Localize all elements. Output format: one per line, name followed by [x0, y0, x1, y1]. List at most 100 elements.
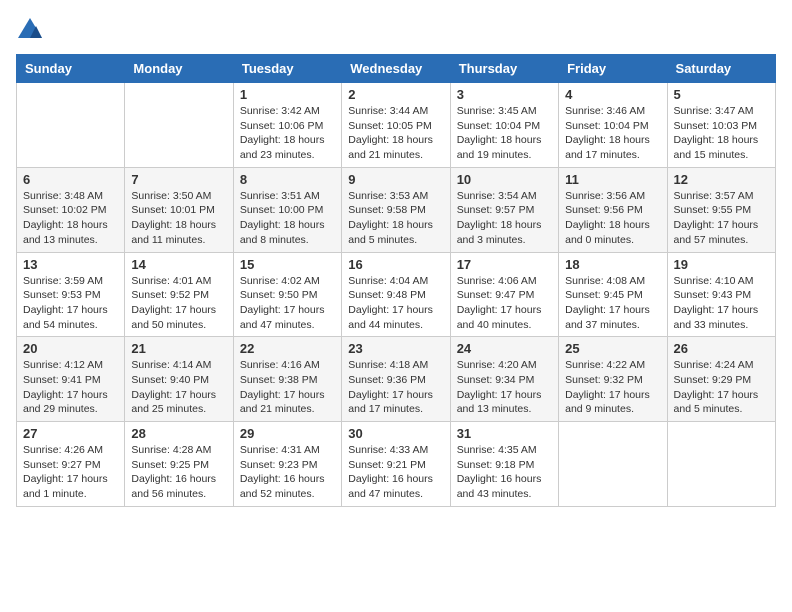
calendar-cell: 19 Sunrise: 4:10 AM Sunset: 9:43 PM Dayli… — [667, 252, 775, 337]
calendar-cell — [17, 83, 125, 168]
day-number: 22 — [240, 341, 335, 356]
day-number: 23 — [348, 341, 443, 356]
calendar-cell: 14 Sunrise: 4:01 AM Sunset: 9:52 PM Dayli… — [125, 252, 233, 337]
calendar-cell: 2 Sunrise: 3:44 AM Sunset: 10:05 PM Dayli… — [342, 83, 450, 168]
day-number: 16 — [348, 257, 443, 272]
weekday-header-wednesday: Wednesday — [342, 55, 450, 83]
day-info: Sunrise: 4:33 AM Sunset: 9:21 PM Dayligh… — [348, 443, 443, 502]
day-number: 18 — [565, 257, 660, 272]
day-number: 5 — [674, 87, 769, 102]
day-info: Sunrise: 4:22 AM Sunset: 9:32 PM Dayligh… — [565, 358, 660, 417]
calendar-cell: 31Sunrise: 4:35 AM Sunset: 9:18 PM Dayli… — [450, 422, 558, 507]
day-info: Sunrise: 3:59 AM Sunset: 9:53 PM Dayligh… — [23, 274, 118, 333]
day-number: 29 — [240, 426, 335, 441]
day-number: 14 — [131, 257, 226, 272]
day-info: Sunrise: 3:48 AM Sunset: 10:02 PM Daylig… — [23, 189, 118, 248]
calendar-header-row: SundayMondayTuesdayWednesdayThursdayFrid… — [17, 55, 776, 83]
day-number: 7 — [131, 172, 226, 187]
calendar-cell: 22 Sunrise: 4:16 AM Sunset: 9:38 PM Dayli… — [233, 337, 341, 422]
calendar-cell: 30 Sunrise: 4:33 AM Sunset: 9:21 PM Dayli… — [342, 422, 450, 507]
day-number: 12 — [674, 172, 769, 187]
day-number: 27 — [23, 426, 118, 441]
day-info: Sunrise: 4:16 AM Sunset: 9:38 PM Dayligh… — [240, 358, 335, 417]
weekday-header-thursday: Thursday — [450, 55, 558, 83]
day-info: Sunrise: 3:54 AM Sunset: 9:57 PM Dayligh… — [457, 189, 552, 248]
day-info: Sunrise: 3:45 AM Sunset: 10:04 PM Daylig… — [457, 104, 552, 163]
calendar-cell: 25 Sunrise: 4:22 AM Sunset: 9:32 PM Dayli… — [559, 337, 667, 422]
weekday-header-saturday: Saturday — [667, 55, 775, 83]
day-number: 30 — [348, 426, 443, 441]
calendar-week-row: 13 Sunrise: 3:59 AM Sunset: 9:53 PM Dayli… — [17, 252, 776, 337]
day-info: Sunrise: 3:46 AM Sunset: 10:04 PM Daylig… — [565, 104, 660, 163]
day-info: Sunrise: 3:53 AM Sunset: 9:58 PM Dayligh… — [348, 189, 443, 248]
day-number: 19 — [674, 257, 769, 272]
calendar-cell: 6Sunrise: 3:48 AM Sunset: 10:02 PM Dayli… — [17, 167, 125, 252]
calendar-cell: 27 Sunrise: 4:26 AM Sunset: 9:27 PM Dayli… — [17, 422, 125, 507]
day-number: 25 — [565, 341, 660, 356]
calendar-week-row: 6Sunrise: 3:48 AM Sunset: 10:02 PM Dayli… — [17, 167, 776, 252]
day-number: 10 — [457, 172, 552, 187]
day-number: 15 — [240, 257, 335, 272]
day-number: 1 — [240, 87, 335, 102]
calendar-cell: 29 Sunrise: 4:31 AM Sunset: 9:23 PM Dayli… — [233, 422, 341, 507]
page-header — [16, 16, 776, 44]
logo — [16, 16, 48, 44]
calendar-week-row: 1 Sunrise: 3:42 AM Sunset: 10:06 PM Dayli… — [17, 83, 776, 168]
day-info: Sunrise: 4:10 AM Sunset: 9:43 PM Dayligh… — [674, 274, 769, 333]
day-info: Sunrise: 4:31 AM Sunset: 9:23 PM Dayligh… — [240, 443, 335, 502]
day-number: 2 — [348, 87, 443, 102]
day-number: 8 — [240, 172, 335, 187]
day-info: Sunrise: 4:20 AM Sunset: 9:34 PM Dayligh… — [457, 358, 552, 417]
calendar-cell: 10 Sunrise: 3:54 AM Sunset: 9:57 PM Dayli… — [450, 167, 558, 252]
day-info: Sunrise: 3:44 AM Sunset: 10:05 PM Daylig… — [348, 104, 443, 163]
day-info: Sunrise: 4:08 AM Sunset: 9:45 PM Dayligh… — [565, 274, 660, 333]
day-info: Sunrise: 3:47 AM Sunset: 10:03 PM Daylig… — [674, 104, 769, 163]
weekday-header-monday: Monday — [125, 55, 233, 83]
calendar-cell: 12 Sunrise: 3:57 AM Sunset: 9:55 PM Dayli… — [667, 167, 775, 252]
calendar-cell: 23 Sunrise: 4:18 AM Sunset: 9:36 PM Dayli… — [342, 337, 450, 422]
calendar-cell: 1 Sunrise: 3:42 AM Sunset: 10:06 PM Dayli… — [233, 83, 341, 168]
weekday-header-tuesday: Tuesday — [233, 55, 341, 83]
calendar-week-row: 20 Sunrise: 4:12 AM Sunset: 9:41 PM Dayli… — [17, 337, 776, 422]
day-number: 28 — [131, 426, 226, 441]
calendar-cell: 20 Sunrise: 4:12 AM Sunset: 9:41 PM Dayli… — [17, 337, 125, 422]
calendar-cell — [125, 83, 233, 168]
calendar-cell: 28 Sunrise: 4:28 AM Sunset: 9:25 PM Dayli… — [125, 422, 233, 507]
day-number: 17 — [457, 257, 552, 272]
calendar-cell: 3 Sunrise: 3:45 AM Sunset: 10:04 PM Dayli… — [450, 83, 558, 168]
day-info: Sunrise: 4:28 AM Sunset: 9:25 PM Dayligh… — [131, 443, 226, 502]
day-info: Sunrise: 4:02 AM Sunset: 9:50 PM Dayligh… — [240, 274, 335, 333]
day-info: Sunrise: 4:14 AM Sunset: 9:40 PM Dayligh… — [131, 358, 226, 417]
calendar-cell: 26 Sunrise: 4:24 AM Sunset: 9:29 PM Dayli… — [667, 337, 775, 422]
day-info: Sunrise: 3:51 AM Sunset: 10:00 PM Daylig… — [240, 189, 335, 248]
day-number: 3 — [457, 87, 552, 102]
day-number: 31 — [457, 426, 552, 441]
day-info: Sunrise: 4:06 AM Sunset: 9:47 PM Dayligh… — [457, 274, 552, 333]
day-number: 24 — [457, 341, 552, 356]
calendar-cell — [559, 422, 667, 507]
day-info: Sunrise: 4:12 AM Sunset: 9:41 PM Dayligh… — [23, 358, 118, 417]
day-info: Sunrise: 3:57 AM Sunset: 9:55 PM Dayligh… — [674, 189, 769, 248]
day-number: 20 — [23, 341, 118, 356]
day-info: Sunrise: 4:04 AM Sunset: 9:48 PM Dayligh… — [348, 274, 443, 333]
weekday-header-sunday: Sunday — [17, 55, 125, 83]
day-info: Sunrise: 3:56 AM Sunset: 9:56 PM Dayligh… — [565, 189, 660, 248]
day-number: 13 — [23, 257, 118, 272]
calendar-cell: 21Sunrise: 4:14 AM Sunset: 9:40 PM Dayli… — [125, 337, 233, 422]
day-number: 4 — [565, 87, 660, 102]
calendar-cell: 7 Sunrise: 3:50 AM Sunset: 10:01 PM Dayli… — [125, 167, 233, 252]
day-info: Sunrise: 4:26 AM Sunset: 9:27 PM Dayligh… — [23, 443, 118, 502]
logo-icon — [16, 16, 44, 44]
day-info: Sunrise: 3:42 AM Sunset: 10:06 PM Daylig… — [240, 104, 335, 163]
day-info: Sunrise: 4:18 AM Sunset: 9:36 PM Dayligh… — [348, 358, 443, 417]
calendar-table: SundayMondayTuesdayWednesdayThursdayFrid… — [16, 54, 776, 507]
calendar-cell: 17 Sunrise: 4:06 AM Sunset: 9:47 PM Dayli… — [450, 252, 558, 337]
calendar-cell: 9Sunrise: 3:53 AM Sunset: 9:58 PM Daylig… — [342, 167, 450, 252]
day-number: 26 — [674, 341, 769, 356]
day-info: Sunrise: 4:01 AM Sunset: 9:52 PM Dayligh… — [131, 274, 226, 333]
calendar-cell: 15 Sunrise: 4:02 AM Sunset: 9:50 PM Dayli… — [233, 252, 341, 337]
day-info: Sunrise: 4:24 AM Sunset: 9:29 PM Dayligh… — [674, 358, 769, 417]
calendar-cell: 11Sunrise: 3:56 AM Sunset: 9:56 PM Dayli… — [559, 167, 667, 252]
calendar-cell: 5 Sunrise: 3:47 AM Sunset: 10:03 PM Dayli… — [667, 83, 775, 168]
day-info: Sunrise: 3:50 AM Sunset: 10:01 PM Daylig… — [131, 189, 226, 248]
